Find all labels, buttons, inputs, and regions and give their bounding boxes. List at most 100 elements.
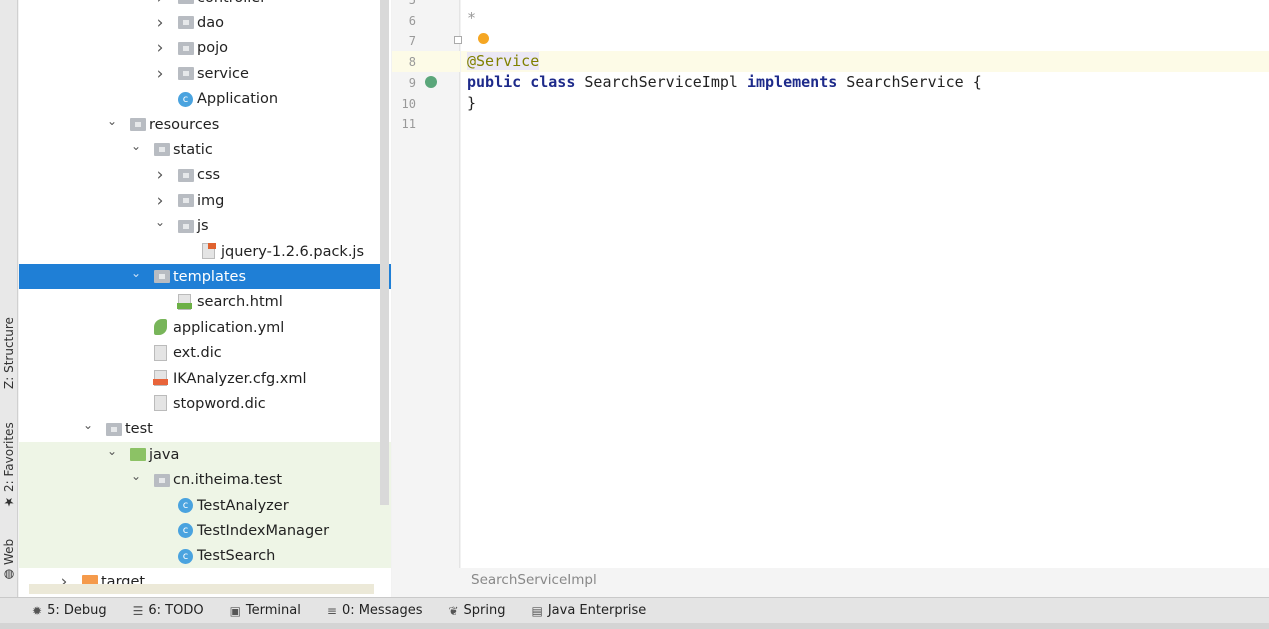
tool-window-6-todo[interactable]: ☰ 6: TODO	[133, 603, 204, 618]
html-file-icon	[177, 293, 192, 310]
tree-item-static[interactable]: ⌄ static	[19, 137, 391, 162]
line-number: 9	[408, 75, 416, 90]
tree-item-ikanalyzer-cfg-xml[interactable]: IKAnalyzer.cfg.xml	[19, 366, 391, 391]
tool-window-spring[interactable]: ❦ Spring	[448, 603, 505, 618]
class-icon: c	[178, 548, 193, 564]
tree-item-label: ext.dic	[173, 345, 222, 362]
tool-window-java-enterprise[interactable]: ▤ Java Enterprise	[532, 603, 647, 618]
tree-item-label: java	[149, 446, 180, 463]
class-icon: c	[178, 498, 193, 513]
tool-window-5-debug[interactable]: ✹ 5: Debug	[32, 603, 107, 618]
tree-item-label: css	[197, 167, 221, 184]
chevron-down-icon[interactable]: ⌄	[129, 139, 143, 153]
tree-item-cn-itheima-test[interactable]: ⌄ cn.itheima.test	[19, 468, 391, 493]
tree-item-css[interactable]: › css	[19, 163, 391, 188]
tree-item-testanalyzer[interactable]: c TestAnalyzer	[19, 493, 391, 518]
tree-vertical-scrollbar[interactable]	[380, 0, 389, 505]
star-icon: ★	[2, 495, 16, 509]
tree-item-testindexmanager[interactable]: c TestIndexManager	[19, 518, 391, 543]
folder-icon	[178, 219, 194, 233]
tree-item-label: search.html	[197, 294, 283, 311]
line-number: 6	[408, 13, 416, 28]
tree-item-dao[interactable]: › dao	[19, 10, 391, 35]
java-enterprise-icon: ▤	[531, 603, 543, 618]
folder-icon	[154, 143, 170, 157]
tree-item-label: TestAnalyzer	[197, 497, 289, 514]
folder-icon	[178, 0, 194, 4]
chevron-right-icon[interactable]: ›	[153, 0, 167, 8]
tree-item-search-html[interactable]: search.html	[19, 290, 391, 315]
folder-icon	[106, 422, 122, 436]
tree-item-application[interactable]: c Application	[19, 87, 391, 112]
chevron-down-icon[interactable]: ⌄	[153, 215, 167, 229]
globe-icon: ◍	[2, 568, 16, 582]
breadcrumb-item[interactable]: SearchServiceImpl	[471, 572, 597, 588]
tree-item-jquery-1-2-6-pack-js[interactable]: jquery-1.2.6.pack.js	[19, 239, 391, 264]
tree-item-controller[interactable]: › controller	[19, 0, 391, 10]
tree-item-testsearch[interactable]: c TestSearch	[19, 544, 391, 569]
chevron-down-icon[interactable]: ⌄	[105, 114, 119, 128]
tree-item-label: Application	[197, 91, 279, 108]
favorites-label: 2: Favorites	[2, 422, 16, 492]
tree-item-label: js	[197, 218, 209, 235]
chevron-down-icon[interactable]: ⌄	[129, 469, 143, 483]
line-number: 11	[401, 117, 416, 132]
code-line-6: *	[467, 9, 477, 27]
tree-item-application-yml[interactable]: application.yml	[19, 315, 391, 340]
implementation-gutter-icon[interactable]	[425, 76, 437, 88]
tree-item-label: pojo	[197, 40, 228, 57]
tree-item-label: test	[125, 421, 153, 438]
fold-icon[interactable]	[454, 36, 462, 44]
tool-window-label: Spring	[463, 603, 506, 618]
chevron-down-icon[interactable]: ⌄	[105, 444, 119, 458]
web-tab[interactable]: ◍ Web	[0, 532, 18, 582]
tool-window-label: Terminal	[245, 603, 301, 618]
tree-item-service[interactable]: › service	[19, 61, 391, 86]
chevron-down-icon[interactable]: ⌄	[129, 266, 143, 280]
chevron-right-icon[interactable]: ›	[153, 38, 167, 58]
tree-item-pojo[interactable]: › pojo	[19, 36, 391, 61]
tool-window-label: 0: Messages	[341, 603, 423, 618]
keyword-public: public	[467, 73, 522, 91]
tree-item-ext-dic[interactable]: ext.dic	[19, 341, 391, 366]
spring-icon: ❦	[448, 603, 459, 618]
lightbulb-icon[interactable]	[478, 33, 489, 44]
tree-item-label: static	[173, 141, 213, 158]
tree-item-label: dao	[197, 14, 224, 31]
structure-tab[interactable]: Z: Structure	[0, 294, 18, 389]
folder-icon	[130, 118, 146, 131]
messages-icon: ≡	[326, 603, 337, 618]
tree-item-label: application.yml	[173, 319, 285, 336]
tree-item-label: jquery-1.2.6.pack.js	[221, 243, 365, 260]
tool-window-0-messages[interactable]: ≡ 0: Messages	[327, 603, 423, 618]
terminal-icon: ▣	[229, 603, 241, 618]
tree-item-stopword-dic[interactable]: stopword.dic	[19, 391, 391, 416]
class-name: SearchServiceImpl	[575, 73, 747, 91]
chevron-right-icon[interactable]: ›	[153, 165, 167, 185]
favorites-tab[interactable]: ★ 2: Favorites	[0, 414, 18, 509]
line-number: 7	[408, 34, 416, 49]
tree-item-resources[interactable]: ⌄ resources	[19, 112, 391, 137]
tool-window-label: Java Enterprise	[547, 603, 647, 618]
editor-breadcrumb[interactable]: SearchServiceImpl	[392, 568, 1269, 597]
folder-icon	[178, 168, 194, 182]
keyword-class: class	[530, 73, 576, 91]
chevron-down-icon[interactable]: ⌄	[81, 418, 95, 432]
tree-item-img[interactable]: › img	[19, 188, 391, 213]
chevron-right-icon[interactable]: ›	[153, 64, 167, 84]
tree-item-java[interactable]: ⌄ java	[19, 442, 391, 467]
folder-icon	[178, 41, 194, 55]
tool-window-terminal[interactable]: ▣ Terminal	[230, 603, 301, 618]
chevron-right-icon[interactable]: ›	[153, 191, 167, 211]
chevron-right-icon[interactable]: ›	[153, 13, 167, 33]
tool-window-label: 6: TODO	[148, 603, 204, 618]
tree-item-test[interactable]: ⌄ test	[19, 417, 391, 442]
interface-name: SearchService {	[837, 73, 982, 91]
left-tool-strip: Z: Structure ★ 2: Favorites ◍ Web	[0, 0, 18, 597]
tree-horizontal-scrollbar[interactable]	[29, 584, 374, 594]
tree-item-js[interactable]: ⌄ js	[19, 214, 391, 239]
line-number: 8	[408, 55, 416, 70]
structure-label: Z: Structure	[2, 317, 16, 389]
tree-item-templates[interactable]: ⌄ templates	[19, 264, 391, 290]
folder-icon	[178, 16, 194, 30]
